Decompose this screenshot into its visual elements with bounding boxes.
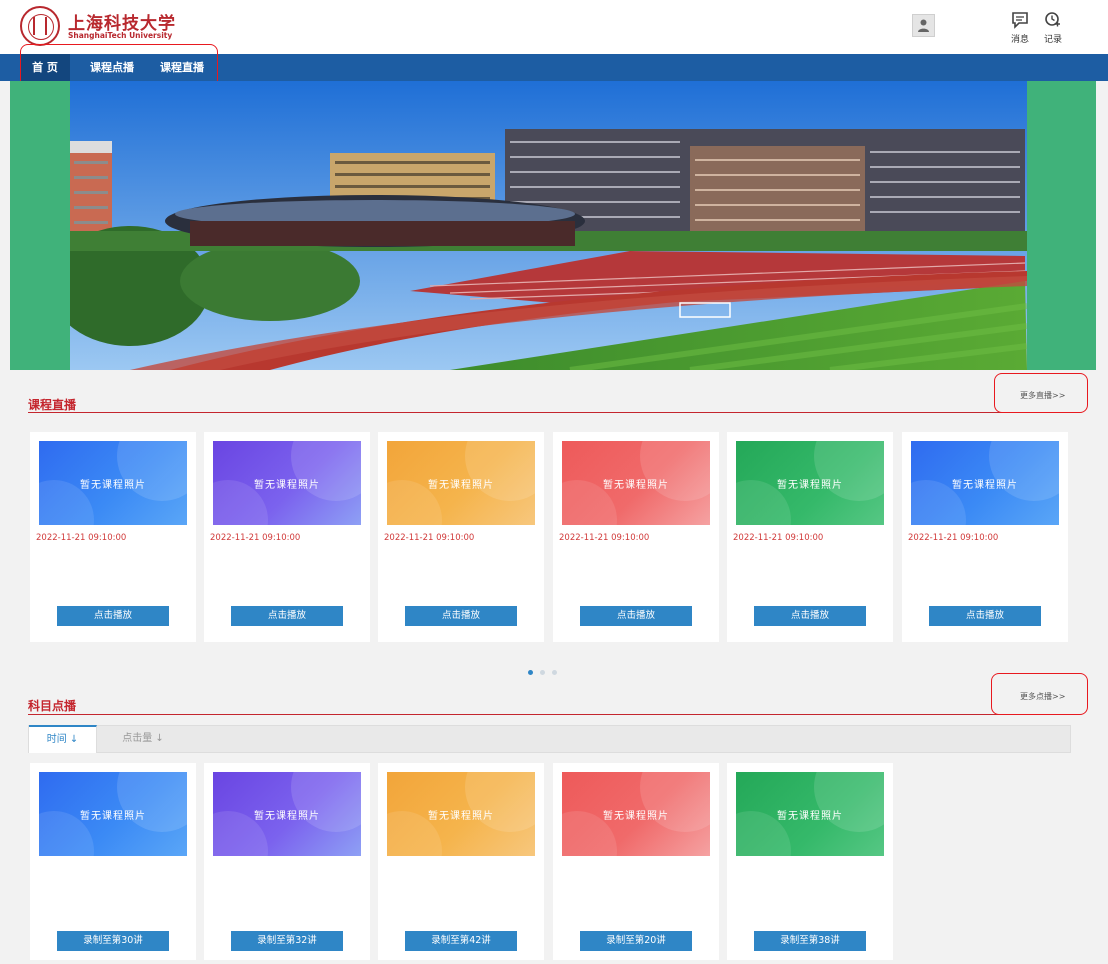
logo-title-en: ShanghaiTech University: [68, 31, 173, 40]
vod-course-card[interactable]: 暂无课程照片 录制至第38讲: [727, 763, 893, 960]
play-button[interactable]: 点击播放: [231, 606, 343, 626]
university-seal-logo: [20, 6, 60, 46]
course-thumbnail[interactable]: 暂无课程照片: [736, 441, 884, 525]
carousel-pager: [528, 670, 568, 676]
thumbnail-placeholder-text: 暂无课程照片: [603, 810, 669, 822]
recorded-lectures-button[interactable]: 录制至第38讲: [754, 931, 866, 951]
live-course-card[interactable]: 暂无课程照片 2022-11-21 09:10:00 点击播放: [727, 432, 893, 642]
live-start-time: 2022-11-21 09:10:00: [733, 533, 824, 543]
thumbnail-placeholder-text: 暂无课程照片: [254, 479, 320, 491]
live-course-card[interactable]: 暂无课程照片 2022-11-21 09:10:00 点击播放: [204, 432, 370, 642]
records-label: 记录: [1043, 35, 1062, 45]
campus-banner: [10, 81, 1096, 370]
live-start-time: 2022-11-21 09:10:00: [384, 533, 475, 543]
more-vod-link[interactable]: 更多点播>>: [1020, 691, 1065, 702]
live-course-card[interactable]: 暂无课程照片 2022-11-21 09:10:00 点击播放: [378, 432, 544, 642]
thumbnail-placeholder-text: 暂无课程照片: [603, 479, 669, 491]
play-button[interactable]: 点击播放: [929, 606, 1041, 626]
recorded-lectures-button[interactable]: 录制至第32讲: [231, 931, 343, 951]
vod-course-card[interactable]: 暂无课程照片 录制至第32讲: [204, 763, 370, 960]
page: 上海科技大学 ShanghaiTech University 消息 记录 首 页…: [0, 0, 1108, 964]
tab-sort-time[interactable]: 时间 ↓: [29, 725, 97, 753]
nav-home[interactable]: 首 页: [20, 54, 70, 81]
messages-label: 消息: [1010, 35, 1029, 45]
thumbnail-placeholder-text: 暂无课程照片: [80, 810, 146, 822]
live-section-divider: [28, 412, 1071, 413]
live-course-card[interactable]: 暂无课程照片 2022-11-21 09:10:00 点击播放: [553, 432, 719, 642]
nav-course-live[interactable]: 课程直播: [152, 54, 212, 81]
carousel-dot-1[interactable]: [528, 670, 533, 675]
course-thumbnail[interactable]: 暂无课程照片: [387, 441, 535, 525]
live-course-card[interactable]: 暂无课程照片 2022-11-21 09:10:00 点击播放: [30, 432, 196, 642]
message-icon: [1012, 12, 1028, 29]
play-button[interactable]: 点击播放: [580, 606, 692, 626]
vod-section-divider: [28, 714, 1071, 715]
play-button[interactable]: 点击播放: [405, 606, 517, 626]
nav-course-vod[interactable]: 课程点播: [82, 54, 142, 81]
vod-course-card[interactable]: 暂无课程照片 录制至第30讲: [30, 763, 196, 960]
live-start-time: 2022-11-21 09:10:00: [908, 533, 999, 543]
course-thumbnail[interactable]: 暂无课程照片: [39, 441, 187, 525]
records-button[interactable]: 记录: [1036, 10, 1070, 50]
main-navbar: 首 页 课程点播 课程直播: [0, 54, 1108, 81]
play-button[interactable]: 点击播放: [754, 606, 866, 626]
recorded-lectures-button[interactable]: 录制至第42讲: [405, 931, 517, 951]
course-thumbnail[interactable]: 暂无课程照片: [562, 772, 710, 856]
thumbnail-placeholder-text: 暂无课程照片: [254, 810, 320, 822]
tab-sort-clicks[interactable]: 点击量 ↓: [107, 725, 179, 753]
carousel-dot-2[interactable]: [540, 670, 545, 675]
course-thumbnail[interactable]: 暂无课程照片: [562, 441, 710, 525]
live-start-time: 2022-11-21 09:10:00: [210, 533, 301, 543]
live-start-time: 2022-11-21 09:10:00: [36, 533, 127, 543]
vod-course-card[interactable]: 暂无课程照片 录制至第20讲: [553, 763, 719, 960]
recorded-lectures-button[interactable]: 录制至第20讲: [580, 931, 692, 951]
course-thumbnail[interactable]: 暂无课程照片: [39, 772, 187, 856]
campus-photo: [70, 81, 1027, 370]
course-thumbnail[interactable]: 暂无课程照片: [736, 772, 884, 856]
course-thumbnail[interactable]: 暂无课程照片: [213, 441, 361, 525]
vod-section-title: 科目点播: [28, 699, 77, 713]
live-start-time: 2022-11-21 09:10:00: [559, 533, 650, 543]
live-course-card[interactable]: 暂无课程照片 2022-11-21 09:10:00 点击播放: [902, 432, 1068, 642]
course-thumbnail[interactable]: 暂无课程照片: [387, 772, 535, 856]
play-button[interactable]: 点击播放: [57, 606, 169, 626]
thumbnail-placeholder-text: 暂无课程照片: [428, 810, 494, 822]
thumbnail-placeholder-text: 暂无课程照片: [428, 479, 494, 491]
thumbnail-placeholder-text: 暂无课程照片: [952, 479, 1018, 491]
live-section-title: 课程直播: [28, 398, 77, 412]
vod-course-card[interactable]: 暂无课程照片 录制至第42讲: [378, 763, 544, 960]
more-live-link[interactable]: 更多直播>>: [1020, 390, 1065, 401]
course-thumbnail[interactable]: 暂无课程照片: [213, 772, 361, 856]
carousel-dot-3[interactable]: [552, 670, 557, 675]
course-thumbnail[interactable]: 暂无课程照片: [911, 441, 1059, 525]
thumbnail-placeholder-text: 暂无课程照片: [777, 479, 843, 491]
recorded-lectures-button[interactable]: 录制至第30讲: [57, 931, 169, 951]
record-icon: [1045, 12, 1060, 27]
header: 上海科技大学 ShanghaiTech University 消息 记录: [0, 0, 1108, 54]
sort-tab-bar: 时间 ↓ 点击量 ↓: [28, 725, 1071, 753]
messages-button[interactable]: 消息: [1003, 10, 1037, 50]
thumbnail-placeholder-text: 暂无课程照片: [777, 810, 843, 822]
user-avatar-icon[interactable]: [912, 14, 935, 37]
thumbnail-placeholder-text: 暂无课程照片: [80, 479, 146, 491]
